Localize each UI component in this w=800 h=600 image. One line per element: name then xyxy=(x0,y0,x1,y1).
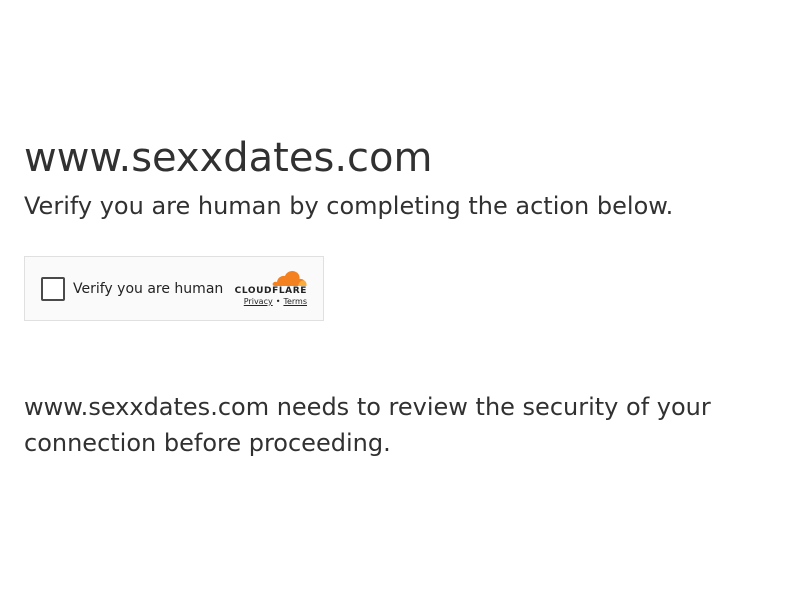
page-title: www.sexxdates.com xyxy=(24,135,433,181)
cloudflare-cloud-icon xyxy=(272,271,307,286)
cloudflare-logo-text: CLOUDFLARE xyxy=(234,286,307,296)
turnstile-widget: Verify you are human CLOUDFLARE Privacy •… xyxy=(24,256,324,321)
cloudflare-branding: CLOUDFLARE Privacy • Terms xyxy=(231,269,307,309)
legal-links: Privacy • Terms xyxy=(244,297,307,306)
page-subtitle: Verify you are human by completing the a… xyxy=(24,192,674,220)
verify-checkbox[interactable] xyxy=(41,277,65,301)
security-notice: www.sexxdates.com needs to review the se… xyxy=(24,393,711,457)
terms-link[interactable]: Terms xyxy=(283,297,307,306)
verify-checkbox-label[interactable]: Verify you are human xyxy=(73,279,223,299)
privacy-link[interactable]: Privacy xyxy=(244,297,273,306)
link-separator: • xyxy=(275,297,281,306)
